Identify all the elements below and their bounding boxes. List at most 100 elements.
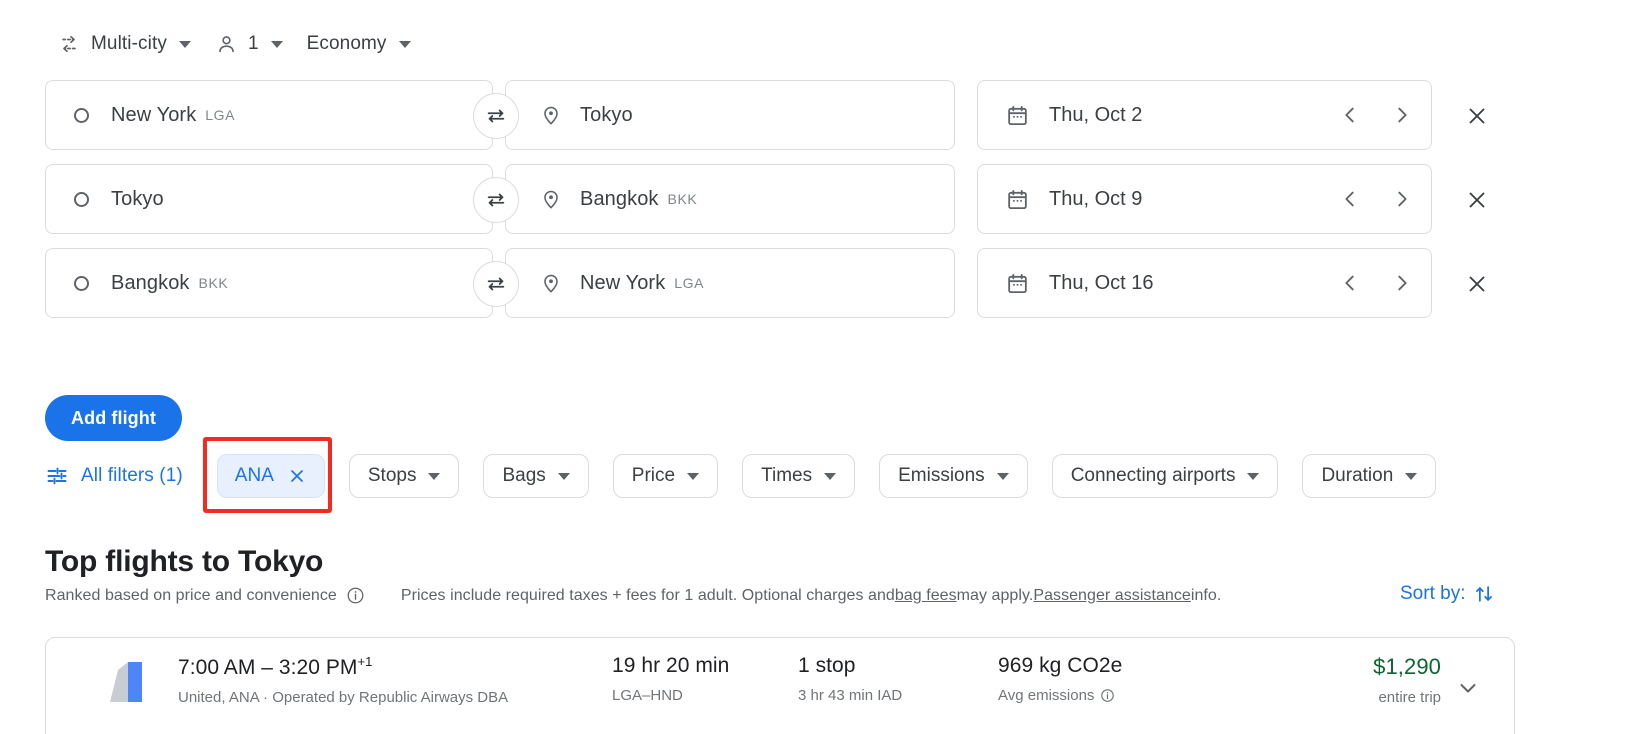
filter-chip-label: Times [761, 465, 813, 486]
close-icon[interactable] [287, 466, 307, 486]
price-disclaimer-pre: Prices include required taxes + fees for… [400, 586, 895, 604]
destination-input[interactable]: New York LGA [505, 248, 955, 318]
origin-city: New York [111, 103, 197, 126]
passenger-assistance-link[interactable]: Passenger assistance [1033, 587, 1191, 605]
tune-icon [45, 464, 69, 488]
flight-route: LGA–HND [612, 687, 683, 704]
trip-type-label: Multi-city [91, 33, 167, 54]
trip-type-selector[interactable]: Multi-city [45, 23, 203, 65]
swap-origin-destination-button[interactable] [473, 261, 519, 307]
origin-input[interactable]: Tokyo [45, 164, 493, 234]
location-pin-icon [540, 188, 562, 210]
swap-origin-destination-button[interactable] [473, 93, 519, 139]
google-flights-search-page: Multi-city 1 Economy New York LGA Tokyo … [0, 0, 1628, 734]
chevron-down-icon [824, 472, 837, 480]
cabin-class-label: Economy [306, 33, 387, 54]
departure-date-value: Thu, Oct 2 [1049, 103, 1143, 126]
filter-chip-stops[interactable]: Stops [348, 454, 460, 498]
all-filters-button[interactable]: All filters (1) [45, 454, 191, 498]
previous-date-button[interactable] [1330, 179, 1370, 219]
circle-icon [74, 191, 89, 207]
remove-flight-leg-button[interactable] [1456, 263, 1498, 305]
previous-date-button[interactable] [1330, 263, 1370, 303]
chevron-down-icon [557, 472, 570, 480]
chevron-down-icon [398, 40, 411, 48]
filter-chip-label: Bags [502, 465, 546, 486]
day-offset-badge: +1 [357, 654, 373, 669]
airline-filter-chip-ana[interactable]: ANA [216, 454, 325, 498]
filter-chip-price[interactable]: Price [612, 454, 719, 498]
flight-result-card[interactable]: 7:00 AM – 3:20 PM+1 United, ANA · Operat… [45, 637, 1515, 734]
destination-city: New York [580, 271, 666, 294]
origin-input[interactable]: New York LGA [45, 80, 493, 150]
destination-airport-code: BKK [667, 191, 698, 207]
destination-city: Bangkok [580, 187, 659, 210]
remove-flight-leg-button[interactable] [1456, 95, 1498, 137]
origin-city: Bangkok [111, 271, 190, 294]
next-date-button[interactable] [1382, 95, 1422, 135]
flight-leg-row: New York LGA Tokyo Thu, Oct 2 [0, 80, 1628, 150]
expand-flight-details-button[interactable] [1446, 666, 1490, 710]
cabin-class-selector[interactable]: Economy [295, 23, 423, 65]
swap-icon [485, 105, 507, 127]
sort-by-button[interactable]: Sort by: [1400, 583, 1495, 605]
origin-airport-code: LGA [205, 107, 236, 123]
next-date-button[interactable] [1382, 179, 1422, 219]
date-navigation [1330, 248, 1422, 318]
flight-duration-column: 19 hr 20 min LGA–HND [612, 654, 729, 704]
active-airline-filter-wrapper: ANA [202, 437, 332, 513]
date-navigation [1330, 164, 1422, 234]
chevron-down-icon [1405, 472, 1418, 480]
departure-date-value: Thu, Oct 16 [1049, 271, 1154, 294]
swap-origin-destination-button[interactable] [473, 177, 519, 223]
add-flight-button[interactable]: Add flight [45, 395, 182, 441]
departure-date-value: Thu, Oct 9 [1049, 187, 1143, 210]
bag-fees-link[interactable]: bag fees [895, 587, 957, 605]
filter-chip-duration[interactable]: Duration [1302, 454, 1437, 498]
price-disclaimer-post: info. [1190, 586, 1222, 604]
flight-times: 7:00 AM – 3:20 PM+1 [178, 654, 508, 680]
flight-times-value: 7:00 AM – 3:20 PM [178, 656, 358, 679]
origin-input[interactable]: Bangkok BKK [45, 248, 493, 318]
circle-icon [74, 107, 89, 123]
filter-chip-connecting-airports[interactable]: Connecting airports [1051, 454, 1279, 498]
filter-chip-label: Duration [1321, 465, 1394, 486]
search-options-bar: Multi-city 1 Economy [45, 22, 423, 66]
emissions-sub-label: Avg emissions [998, 687, 1095, 704]
next-date-button[interactable] [1382, 263, 1422, 303]
passengers-selector[interactable]: 1 [203, 23, 295, 65]
filter-chip-label: Price [631, 465, 676, 486]
destination-input[interactable]: Bangkok BKK [505, 164, 955, 234]
date-navigation [1330, 80, 1422, 150]
swap-icon [485, 189, 507, 211]
flight-emissions-column: 969 kg CO2e Avg emissions [998, 654, 1122, 704]
destination-airport-code: LGA [674, 275, 705, 291]
chevron-down-icon [428, 472, 441, 480]
filter-chip-times[interactable]: Times [742, 454, 856, 498]
filter-chip-emissions[interactable]: Emissions [879, 454, 1028, 498]
filter-chips-bar: All filters (1) ANA Stops Bags Price Tim… [45, 437, 1437, 513]
ranked-note: Ranked based on price and convenience [45, 586, 337, 604]
airline-filter-label: ANA [234, 465, 274, 486]
info-icon[interactable] [1100, 688, 1115, 703]
flight-result-inner: 7:00 AM – 3:20 PM+1 United, ANA · Operat… [46, 638, 1514, 734]
previous-date-button[interactable] [1330, 95, 1370, 135]
chevron-down-icon [687, 472, 700, 480]
flight-price: $1,290 [1373, 654, 1441, 679]
location-pin-icon [540, 104, 562, 126]
flight-stops-column: 1 stop 3 hr 43 min IAD [798, 654, 902, 704]
filter-chip-label: Stops [367, 465, 417, 486]
destination-input[interactable]: Tokyo [505, 80, 955, 150]
flight-airlines: United, ANA · Operated by Republic Airwa… [178, 689, 509, 706]
chevron-down-icon [270, 40, 283, 48]
chevron-down-icon [996, 472, 1009, 480]
destination-city: Tokyo [580, 103, 633, 126]
filter-chip-bags[interactable]: Bags [483, 454, 589, 498]
flight-price-sub: entire trip [1378, 689, 1441, 706]
passenger-count-label: 1 [247, 33, 259, 54]
info-icon[interactable] [346, 586, 365, 605]
person-icon [215, 33, 238, 56]
flight-times-column: 7:00 AM – 3:20 PM+1 United, ANA · Operat… [178, 654, 508, 706]
remove-flight-leg-button[interactable] [1456, 179, 1498, 221]
flight-emissions-sub: Avg emissions [998, 687, 1122, 704]
